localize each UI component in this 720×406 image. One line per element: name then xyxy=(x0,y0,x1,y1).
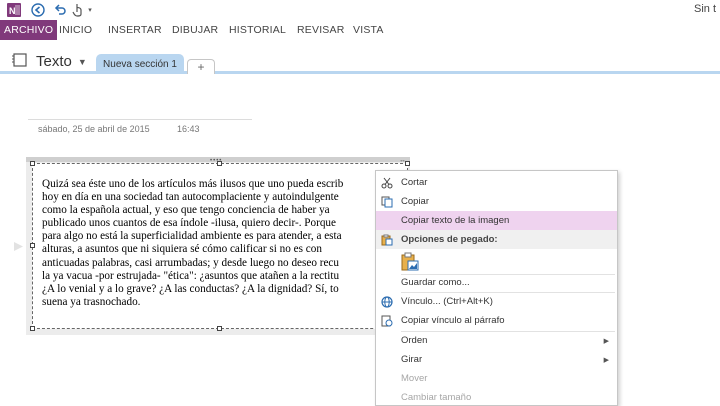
tab-archivo[interactable]: ARCHIVO xyxy=(0,20,58,40)
paragraph-link-icon xyxy=(380,314,394,328)
selection-handle[interactable] xyxy=(217,326,222,331)
tab-vista[interactable]: VISTA xyxy=(353,20,384,40)
menu-item-rotate[interactable]: Girar ▶ xyxy=(376,350,617,369)
link-icon xyxy=(380,295,394,309)
notebook-name: Texto xyxy=(36,53,72,70)
page-time: 16:43 xyxy=(177,124,200,134)
menu-label: Cortar xyxy=(401,177,428,188)
selection-handle[interactable] xyxy=(30,243,35,248)
svg-text:N: N xyxy=(9,6,16,16)
menu-label: Cambiar tamaño xyxy=(401,392,472,403)
scissors-icon xyxy=(380,176,394,190)
menu-label: Copiar vínculo al párrafo xyxy=(401,315,505,326)
menu-item-copy-image-text[interactable]: Copiar texto de la imagen xyxy=(376,211,617,230)
selection-handle[interactable] xyxy=(217,161,222,166)
onenote-logo-icon[interactable]: N xyxy=(6,2,22,18)
menu-label: Copiar texto de la imagen xyxy=(401,215,510,226)
image-text-line: anticuadas palabras, casi arrumbadas; y … xyxy=(42,256,339,269)
date-divider xyxy=(28,119,252,120)
page-date: sábado, 25 de abril de 2015 xyxy=(38,124,150,134)
add-section-button[interactable]: + xyxy=(187,59,215,74)
ribbon-tabs: ARCHIVO INICIO INSERTAR DIBUJAR HISTORIA… xyxy=(0,20,720,40)
touch-mode-icon[interactable] xyxy=(71,2,85,18)
menu-item-move: Mover xyxy=(376,369,617,388)
menu-label: Vínculo... (Ctrl+Alt+K) xyxy=(401,296,493,307)
menu-item-link[interactable]: Vínculo... (Ctrl+Alt+K) xyxy=(376,292,617,311)
context-menu: Cortar Copiar Copiar texto de la imagen … xyxy=(375,170,618,406)
image-text-line: ¿A lo venial y a lo grave? ¿A las conduc… xyxy=(42,282,339,295)
notebook-selector[interactable]: Texto ▼ xyxy=(12,53,87,70)
notebook-bar: Texto ▼ Nueva sección 1 + xyxy=(0,40,720,74)
submenu-arrow-icon: ▶ xyxy=(603,356,609,364)
menu-item-copy[interactable]: Copiar xyxy=(376,192,617,211)
title-bar: N ▾ Sin t xyxy=(0,0,720,20)
tab-inicio[interactable]: INICIO xyxy=(59,20,92,40)
copy-icon xyxy=(380,195,394,209)
tab-revisar[interactable]: REVISAR xyxy=(297,20,345,40)
image-text-line: como la española actual, y eso que tengo… xyxy=(42,204,330,217)
menu-item-cut[interactable]: Cortar xyxy=(376,173,617,192)
image-text-line: publicado unos cuantos de esa índole -il… xyxy=(42,217,336,230)
image-text-line: suena ya trasnochado. xyxy=(42,295,141,308)
selection-handle[interactable] xyxy=(30,326,35,331)
section-tab[interactable]: Nueva sección 1 xyxy=(96,54,184,74)
menu-item-copy-paragraph-link[interactable]: Copiar vínculo al párrafo xyxy=(376,311,617,330)
menu-label: Orden xyxy=(401,335,428,346)
menu-item-save-as[interactable]: Guardar como... xyxy=(376,273,617,292)
image-text-line: hoy en día en una sociedad tan autocompl… xyxy=(42,191,339,204)
image-text-line: Quizá sea éste uno de los artículos más … xyxy=(42,178,344,190)
menu-label: Mover xyxy=(401,373,428,384)
notebook-icon xyxy=(12,53,28,70)
image-text-line: para algo no está la superficialidad amb… xyxy=(42,230,342,243)
tab-insertar[interactable]: INSERTAR xyxy=(108,20,162,40)
undo-icon[interactable] xyxy=(52,2,68,18)
customize-qat-icon[interactable]: ▾ xyxy=(86,2,94,18)
back-arrow-icon[interactable] xyxy=(30,2,46,18)
chevron-down-icon: ▼ xyxy=(77,56,87,67)
tab-dibujar[interactable]: DIBUJAR xyxy=(172,20,218,40)
selection-handle[interactable] xyxy=(405,161,410,166)
menu-item-order[interactable]: Orden ▶ xyxy=(376,331,617,350)
submenu-arrow-icon: ▶ xyxy=(603,337,609,345)
clipboard-icon xyxy=(380,233,394,247)
menu-label: Guardar como... xyxy=(401,277,470,288)
image-text-line: alturas, a asuntos que ni siquiera sé có… xyxy=(42,243,322,256)
selection-handle[interactable] xyxy=(30,161,35,166)
window-title: Sin t xyxy=(693,3,716,15)
paragraph-handle-icon[interactable] xyxy=(14,242,23,251)
menu-label: Opciones de pegado: xyxy=(401,234,498,245)
paste-picture-icon[interactable] xyxy=(400,252,420,272)
image-text: Quizá sea éste uno de los artículos más … xyxy=(42,178,380,323)
menu-label: Copiar xyxy=(401,196,429,207)
menu-label: Girar xyxy=(401,354,423,365)
image-text-line: la ya vacua -por estrujada- "ética": ¿as… xyxy=(42,269,340,282)
paste-options-header: Opciones de pegado: xyxy=(376,230,617,249)
tab-historial[interactable]: HISTORIAL xyxy=(229,20,286,40)
menu-item-resize: Cambiar tamaño xyxy=(376,388,617,405)
